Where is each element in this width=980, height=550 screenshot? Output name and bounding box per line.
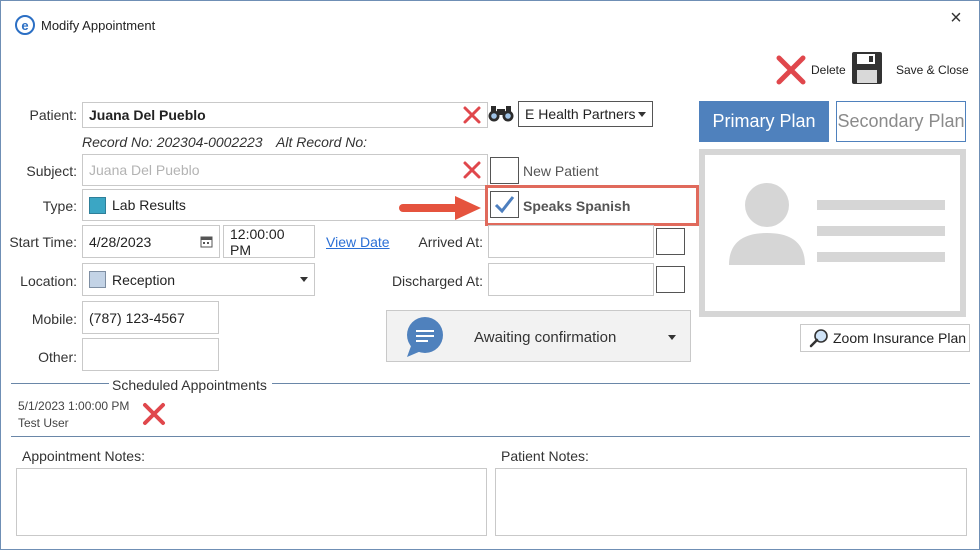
start-time-field[interactable]: 12:00:00 PM xyxy=(223,225,315,258)
mobile-value: (787) 123-4567 xyxy=(89,309,185,326)
appointment-notes-field[interactable] xyxy=(16,468,487,536)
type-value: Lab Results xyxy=(112,197,186,213)
partner-select[interactable]: E Health Partners xyxy=(518,101,653,127)
patient-notes-label: Patient Notes: xyxy=(501,448,589,464)
secondary-plan-button[interactable]: Secondary Plan xyxy=(836,101,966,142)
patient-value: Juana Del Pueblo xyxy=(89,107,206,123)
patient-field[interactable]: Juana Del Pueblo xyxy=(82,102,488,128)
zoom-insurance-label: Zoom Insurance Plan xyxy=(833,330,967,346)
delete-x-icon xyxy=(776,55,806,85)
status-value: Awaiting confirmation xyxy=(474,329,617,346)
magnifier-icon xyxy=(809,329,828,348)
arrived-label: Arrived At: xyxy=(418,234,483,250)
zoom-insurance-button[interactable]: Zoom Insurance Plan xyxy=(800,324,970,352)
new-patient-checkbox[interactable] xyxy=(490,157,519,184)
checkmark-icon xyxy=(494,196,515,214)
arrived-checkbox[interactable] xyxy=(656,228,685,255)
speaks-spanish-label: Speaks Spanish xyxy=(523,198,631,214)
clear-patient-icon[interactable] xyxy=(462,105,482,125)
arrived-field[interactable] xyxy=(488,225,654,258)
scheduled-item-datetime[interactable]: 5/1/2023 1:00:00 PM xyxy=(18,399,129,413)
delete-label: Delete xyxy=(811,63,846,77)
delete-button[interactable]: Delete xyxy=(775,53,849,87)
discharged-label: Discharged At: xyxy=(391,273,483,289)
scheduled-separator-left xyxy=(11,383,109,384)
close-window-button[interactable]: × xyxy=(941,7,971,31)
window-title: Modify Appointment xyxy=(41,18,156,33)
primary-plan-button[interactable]: Primary Plan xyxy=(699,101,829,142)
modify-appointment-window: e Modify Appointment × Delete Save & Clo… xyxy=(0,0,980,550)
patient-notes-field[interactable] xyxy=(495,468,967,536)
chevron-down-icon xyxy=(300,277,308,282)
location-select[interactable]: Reception xyxy=(82,263,315,296)
binoculars-icon[interactable] xyxy=(488,105,514,123)
close-icon: × xyxy=(950,7,962,29)
location-color-swatch xyxy=(89,271,106,288)
subject-label: Subject: xyxy=(26,163,77,179)
app-logo-icon: e xyxy=(15,15,35,35)
mobile-label: Mobile: xyxy=(31,311,77,327)
chevron-down-icon xyxy=(638,111,646,117)
save-disk-icon xyxy=(852,52,882,84)
appointment-notes-label: Appointment Notes: xyxy=(22,448,145,464)
scheduled-bottom-separator xyxy=(11,436,970,437)
scheduled-title: Scheduled Appointments xyxy=(112,377,267,393)
remove-appointment-icon[interactable] xyxy=(141,401,167,427)
chat-bubble-icon xyxy=(407,317,443,357)
discharged-field[interactable] xyxy=(488,263,654,296)
annotation-arrow-icon xyxy=(399,196,481,220)
alt-record-no: Alt Record No: xyxy=(276,134,368,150)
scheduled-separator-right xyxy=(272,383,970,384)
speaks-spanish-checkbox[interactable] xyxy=(490,191,519,218)
svg-text:e: e xyxy=(21,18,28,33)
patient-label: Patient: xyxy=(29,107,77,123)
secondary-plan-label: Secondary Plan xyxy=(837,111,965,131)
start-date-field[interactable]: 4/28/2023 xyxy=(82,225,220,258)
scheduled-item-user: Test User xyxy=(18,416,69,430)
save-close-label: Save & Close xyxy=(896,63,969,77)
subject-value: Juana Del Pueblo xyxy=(89,162,200,178)
mobile-field[interactable]: (787) 123-4567 xyxy=(82,301,219,334)
other-label: Other: xyxy=(38,349,77,365)
record-no: Record No: 202304-0002223 xyxy=(82,134,263,150)
start-time-label: Start Time: xyxy=(9,234,77,250)
new-patient-label: New Patient xyxy=(523,163,599,179)
insurance-card-placeholder xyxy=(699,149,966,317)
insurance-card-icon xyxy=(729,183,945,265)
save-close-button[interactable]: Save & Close xyxy=(851,51,971,87)
subject-field[interactable]: Juana Del Pueblo xyxy=(82,154,488,186)
status-select[interactable]: Awaiting confirmation xyxy=(386,310,691,362)
start-date-value: 4/28/2023 xyxy=(89,233,152,250)
discharged-checkbox[interactable] xyxy=(656,266,685,293)
location-label: Location: xyxy=(20,273,77,289)
other-field[interactable] xyxy=(82,338,219,371)
calendar-icon[interactable] xyxy=(200,235,213,248)
partner-value: E Health Partners xyxy=(525,106,636,122)
location-value: Reception xyxy=(112,271,176,288)
clear-subject-icon[interactable] xyxy=(462,160,482,180)
primary-plan-label: Primary Plan xyxy=(712,111,816,131)
location-selected: Reception xyxy=(89,271,175,288)
chevron-down-icon xyxy=(668,335,676,340)
type-color-swatch xyxy=(89,196,106,214)
start-time-value: 12:00:00 PM xyxy=(230,225,285,258)
type-label: Type: xyxy=(42,198,77,214)
